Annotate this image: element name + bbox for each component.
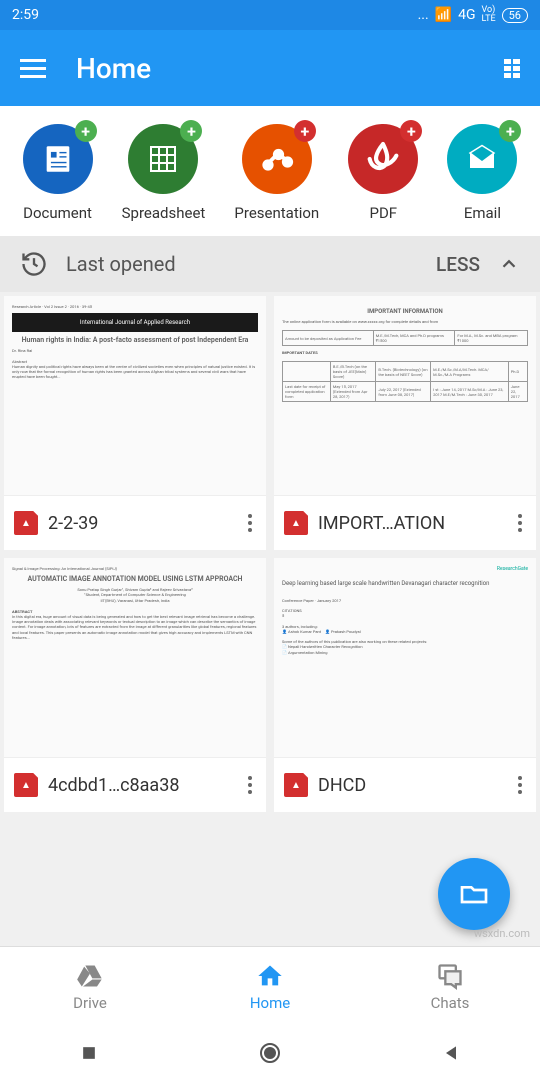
recent-apps-icon[interactable]	[79, 1043, 99, 1063]
file-card[interactable]: ResearchGate Deep learning based large s…	[274, 558, 536, 812]
files-grid: Research Article · Vol 2 Issue 2 · 2016 …	[0, 292, 540, 816]
system-nav-bar	[0, 1026, 540, 1080]
battery-level: 56	[502, 8, 528, 23]
file-name: 2-2-39	[48, 513, 234, 534]
back-icon[interactable]	[441, 1043, 461, 1063]
nav-label: Drive	[73, 994, 107, 1012]
file-thumbnail: ResearchGate Deep learning based large s…	[274, 558, 536, 758]
nav-label: Chats	[431, 994, 470, 1012]
quick-action-spreadsheet[interactable]: + Spreadsheet	[122, 124, 206, 222]
file-info: ▲ 4cdbd1…c8aa38	[4, 758, 266, 812]
folder-icon	[458, 878, 490, 910]
nav-drive[interactable]: Drive	[0, 947, 180, 1026]
bottom-nav: Drive Home Chats	[0, 946, 540, 1026]
file-info: ▲ 2-2-39	[4, 496, 266, 550]
file-info: ▲ IMPORT…ATION	[274, 496, 536, 550]
nav-label: Home	[250, 994, 290, 1012]
file-card[interactable]: Research Article · Vol 2 Issue 2 · 2016 …	[4, 296, 266, 550]
quick-actions-row: + Document + Spreadsheet + Presentation …	[0, 106, 540, 236]
file-name: 4cdbd1…c8aa38	[48, 775, 234, 796]
file-card[interactable]: IMPORTANT INFORMATION The online applica…	[274, 296, 536, 550]
menu-icon[interactable]	[20, 59, 46, 78]
qa-label: Email	[464, 204, 501, 222]
status-time: 2:59	[12, 7, 39, 23]
email-icon: +	[447, 124, 517, 194]
file-info: ▲ DHCD	[274, 758, 536, 812]
drive-icon	[76, 962, 104, 990]
volte-icon: Vo)LTE	[482, 6, 496, 24]
add-badge-icon: +	[499, 120, 521, 142]
quick-action-document[interactable]: + Document	[23, 124, 93, 222]
file-thumbnail: IMPORTANT INFORMATION The online applica…	[274, 296, 536, 496]
quick-action-email[interactable]: + Email	[447, 124, 517, 222]
fab-new-folder[interactable]	[438, 858, 510, 930]
history-icon	[20, 250, 48, 278]
more-options-icon[interactable]	[514, 510, 526, 536]
more-options-icon[interactable]	[514, 772, 526, 798]
watermark: wsxdn.com	[474, 927, 530, 940]
quick-action-presentation[interactable]: + Presentation	[234, 124, 319, 222]
chats-icon	[436, 962, 464, 990]
home-button-icon[interactable]	[258, 1041, 282, 1065]
signal-dots: ...	[418, 7, 429, 23]
qa-label: Presentation	[234, 204, 319, 222]
chevron-up-icon[interactable]	[498, 253, 520, 275]
file-thumbnail: Signal & Image Processing: An Internatio…	[4, 558, 266, 758]
section-title: Last opened	[66, 252, 418, 276]
pdf-icon: +	[348, 124, 418, 194]
pdf-file-icon: ▲	[284, 511, 308, 535]
pdf-file-icon: ▲	[284, 773, 308, 797]
pdf-file-icon: ▲	[14, 773, 38, 797]
qa-label: PDF	[370, 204, 398, 222]
signal-bars-icon: 📶	[435, 7, 452, 23]
add-badge-icon: +	[400, 120, 422, 142]
spreadsheet-icon: +	[128, 124, 198, 194]
network-type: 4G	[458, 7, 475, 23]
section-header[interactable]: Last opened LESS	[0, 236, 540, 292]
file-card[interactable]: Signal & Image Processing: An Internatio…	[4, 558, 266, 812]
presentation-icon: +	[242, 124, 312, 194]
document-icon: +	[23, 124, 93, 194]
collapse-toggle[interactable]: LESS	[436, 253, 480, 276]
add-badge-icon: +	[75, 120, 97, 142]
pdf-file-icon: ▲	[14, 511, 38, 535]
app-bar: Home	[0, 30, 540, 106]
status-bar: 2:59 ... 📶 4G Vo)LTE 56	[0, 0, 540, 30]
file-name: DHCD	[318, 775, 504, 796]
home-icon	[256, 962, 284, 990]
more-options-icon[interactable]	[244, 510, 256, 536]
nav-chats[interactable]: Chats	[360, 947, 540, 1026]
add-badge-icon: +	[294, 120, 316, 142]
quick-action-pdf[interactable]: + PDF	[348, 124, 418, 222]
nav-home[interactable]: Home	[180, 947, 360, 1026]
file-name: IMPORT…ATION	[318, 513, 504, 534]
qa-label: Spreadsheet	[122, 204, 206, 222]
app-title: Home	[76, 52, 504, 85]
file-thumbnail: Research Article · Vol 2 Issue 2 · 2016 …	[4, 296, 266, 496]
grid-view-icon[interactable]	[504, 59, 520, 78]
more-options-icon[interactable]	[244, 772, 256, 798]
qa-label: Document	[23, 204, 92, 222]
add-badge-icon: +	[180, 120, 202, 142]
status-right: ... 📶 4G Vo)LTE 56	[418, 6, 528, 24]
